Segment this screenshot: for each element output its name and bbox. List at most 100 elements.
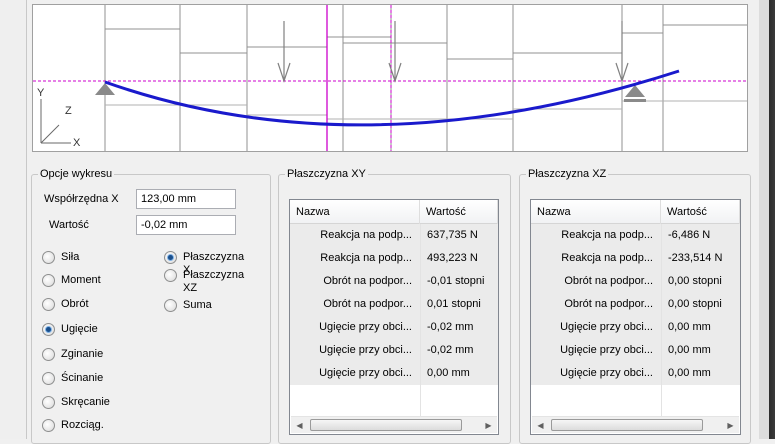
horizontal-scrollbar[interactable]: ◀ ▶ (532, 416, 739, 433)
row-value: -233,514 N (668, 252, 723, 264)
radio-button-icon[interactable] (42, 419, 55, 432)
scroll-right-icon[interactable]: ▶ (722, 417, 739, 434)
row-name: Ugięcie przy obci... (319, 367, 412, 379)
row-name: Ugięcie przy obci... (560, 344, 653, 356)
radio-button-icon[interactable] (42, 274, 55, 287)
radio-label: Ugięcie (61, 323, 98, 335)
row-name: Reakcja na podp... (320, 252, 412, 264)
radio-quantity-7[interactable]: Skręcanie (42, 396, 110, 409)
radio-label: Zginanie (61, 348, 104, 360)
row-name: Ugięcie przy obci... (319, 321, 412, 333)
radio-quantity-6[interactable]: Ścinanie (42, 372, 103, 385)
table-row[interactable]: Obrót na podpor... 0,01 stopni (290, 293, 498, 316)
table-row[interactable]: Ugięcie przy obci... -0,02 mm (290, 339, 498, 362)
row-value: -0,02 mm (427, 321, 474, 333)
row-value: 0,00 mm (668, 344, 711, 356)
row-value: 0,00 stopni (668, 275, 722, 287)
table-row[interactable]: Ugięcie przy obci... 0,00 mm (531, 339, 740, 362)
radio-label: Suma (183, 299, 212, 311)
row-name: Ugięcie przy obci... (560, 367, 653, 379)
row-value: 0,00 stopni (668, 298, 722, 310)
table-row[interactable]: Reakcja na podp... -233,514 N (531, 247, 740, 270)
row-name: Reakcja na podp... (561, 252, 653, 264)
plane-xz-group: Płaszczyzna XZ Nazwa Wartość Reakcja na po… (519, 167, 751, 444)
radio-button-icon[interactable] (42, 323, 55, 336)
column-header-name[interactable]: Nazwa (290, 200, 420, 224)
radio-quantity-1[interactable]: Siła (42, 251, 79, 264)
radio-quantity-4[interactable]: Ugięcie (42, 323, 98, 336)
plane-xz-title: Płaszczyzna XZ (526, 167, 609, 181)
table-row[interactable]: Ugięcie przy obci... -0,02 mm (290, 316, 498, 339)
radio-button-icon[interactable] (164, 269, 177, 282)
row-value: -0,01 stopni (427, 275, 485, 287)
radio-label: Rozciąg. (61, 419, 104, 431)
radio-button-icon[interactable] (164, 251, 177, 264)
row-name: Reakcja na podp... (320, 229, 412, 241)
radio-label: Moment (61, 274, 101, 286)
radio-button-icon[interactable] (42, 396, 55, 409)
table-row[interactable]: Reakcja na podp... -6,486 N (531, 224, 740, 247)
table-row[interactable]: Obrót na podpor... -0,01 stopni (290, 270, 498, 293)
scroll-left-icon[interactable]: ◀ (291, 417, 308, 434)
row-name: Ugięcie przy obci... (319, 344, 412, 356)
chart-options-group: Opcje wykresu Współrzędna X 123,00 mm Wa… (31, 167, 271, 444)
beam-diagram-canvas[interactable]: Y Z X (33, 5, 747, 151)
scroll-thumb[interactable] (551, 419, 703, 431)
value-label: Wartość (49, 219, 89, 231)
radio-quantity-8[interactable]: Rozciąg. (42, 419, 104, 432)
value-input[interactable]: -0,02 mm (136, 215, 236, 235)
plane-xy-list[interactable]: Nazwa Wartość Reakcja na podp... 637,735 NR… (289, 199, 499, 435)
row-name: Obrót na podpor... (323, 298, 412, 310)
table-row[interactable]: Obrót na podpor... 0,00 stopni (531, 270, 740, 293)
radio-label: Obrót (61, 298, 89, 310)
plane-xy-group: Płaszczyzna XY Nazwa Wartość Reakcja na po… (278, 167, 511, 444)
table-row[interactable]: Reakcja na podp... 637,735 N (290, 224, 498, 247)
table-row[interactable]: Ugięcie przy obci... 0,00 mm (531, 362, 740, 385)
coord-x-input[interactable]: 123,00 mm (136, 189, 236, 209)
radio-label: Skręcanie (61, 396, 110, 408)
plane-xz-list[interactable]: Nazwa Wartość Reakcja na podp... -6,486 N Re… (530, 199, 741, 435)
row-name: Reakcja na podp... (561, 229, 653, 241)
table-row[interactable]: Reakcja na podp... 493,223 N (290, 247, 498, 270)
radio-quantity-2[interactable]: Moment (42, 274, 101, 287)
radio-button-icon[interactable] (42, 251, 55, 264)
scroll-right-icon[interactable]: ▶ (480, 417, 497, 434)
column-header-value[interactable]: Wartość (661, 200, 740, 224)
row-value: 0,00 mm (668, 367, 711, 379)
radio-button-icon[interactable] (42, 348, 55, 361)
load-arrow (615, 21, 629, 83)
deflection-curve (104, 69, 680, 127)
axis-x-label: X (73, 137, 81, 149)
axis-z-label: Z (65, 105, 72, 117)
row-name: Obrót na podpor... (323, 275, 412, 287)
radio-button-icon[interactable] (164, 299, 177, 312)
beam-diagram[interactable]: Y Z X (32, 4, 748, 152)
coord-x-label: Współrzędna X (44, 193, 119, 205)
row-value: 637,735 N (427, 229, 478, 241)
radio-button-icon[interactable] (42, 298, 55, 311)
chart-options-title: Opcje wykresu (38, 167, 115, 181)
axis-triad: Y Z X (37, 87, 81, 149)
row-value: 0,01 stopni (427, 298, 481, 310)
table-row[interactable]: Obrót na podpor... 0,00 stopni (531, 293, 740, 316)
scroll-left-icon[interactable]: ◀ (532, 417, 549, 434)
radio-plane-2[interactable]: Płaszczyzna XZ (164, 269, 254, 295)
radio-plane-3[interactable]: Suma (164, 299, 254, 312)
row-value: 0,00 mm (427, 367, 470, 379)
column-header-name[interactable]: Nazwa (531, 200, 661, 224)
row-value: -6,486 N (668, 229, 711, 241)
radio-label: Siła (61, 251, 80, 263)
table-row[interactable]: Ugięcie przy obci... 0,00 mm (290, 362, 498, 385)
column-header-value[interactable]: Wartość (420, 200, 498, 224)
radio-button-icon[interactable] (42, 372, 55, 385)
axis-y-label: Y (37, 87, 45, 99)
horizontal-scrollbar[interactable]: ◀ ▶ (291, 416, 497, 433)
scroll-thumb[interactable] (310, 419, 462, 431)
row-value: 493,223 N (427, 252, 478, 264)
radio-quantity-3[interactable]: Obrót (42, 298, 89, 311)
window-frame-right (759, 0, 775, 439)
row-name: Obrót na podpor... (564, 275, 653, 287)
table-row[interactable]: Ugięcie przy obci... 0,00 mm (531, 316, 740, 339)
window-frame-left (0, 0, 26, 439)
radio-quantity-5[interactable]: Zginanie (42, 348, 103, 361)
